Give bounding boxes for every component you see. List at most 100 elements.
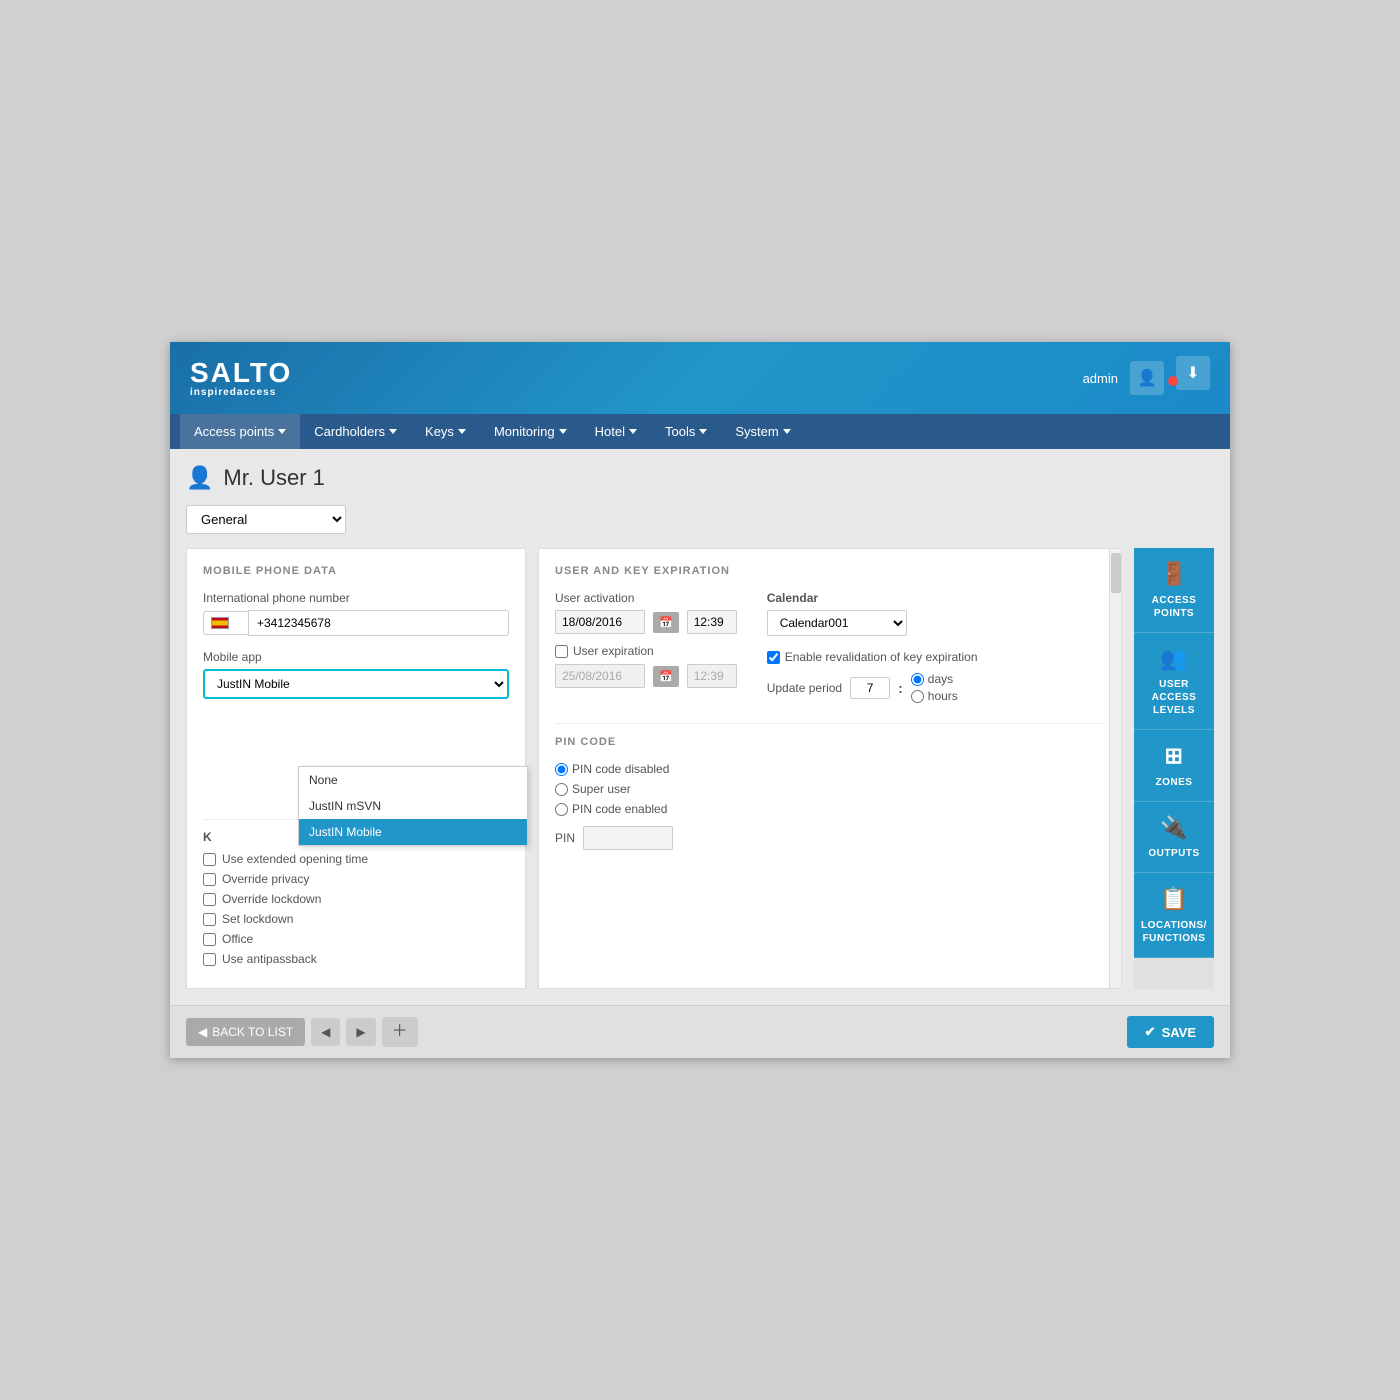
pin-code-title: PIN CODE (555, 736, 1105, 748)
nav-system[interactable]: System (721, 414, 804, 449)
period-radio-group: days hours (911, 672, 958, 703)
pin-disabled-label[interactable]: PIN code disabled (555, 762, 1105, 776)
next-button[interactable]: ▶ (346, 1018, 375, 1046)
user-activation-label: User activation (555, 591, 737, 605)
user-profile-button[interactable]: 👤 (1130, 361, 1164, 395)
logo-text: SALTO (190, 359, 292, 387)
hours-radio-label[interactable]: hours (911, 689, 958, 703)
nav-keys[interactable]: Keys (411, 414, 480, 449)
pin-enabled-label[interactable]: PIN code enabled (555, 802, 1105, 816)
pin-disabled-radio[interactable] (555, 763, 568, 776)
override-privacy-checkbox[interactable] (203, 873, 216, 886)
hours-radio[interactable] (911, 690, 924, 703)
override-lockdown-checkbox[interactable] (203, 893, 216, 906)
extended-opening-label: Use extended opening time (222, 852, 368, 866)
antipassback-label: Use antipassback (222, 952, 317, 966)
days-radio[interactable] (911, 673, 924, 686)
mobile-app-group: Mobile app None JustIN mSVN JustIN Mobil… (203, 650, 509, 699)
save-button[interactable]: ✔ SAVE (1127, 1016, 1214, 1048)
super-user-label[interactable]: Super user (555, 782, 1105, 796)
expiration-time-input[interactable] (687, 664, 737, 688)
days-radio-label[interactable]: days (911, 672, 958, 686)
side-btn-zones-label: ZONES (1156, 776, 1193, 789)
super-user-radio[interactable] (555, 783, 568, 796)
set-lockdown-checkbox[interactable] (203, 913, 216, 926)
set-lockdown-label: Set lockdown (222, 912, 293, 926)
locations-icon: 📋 (1160, 885, 1188, 914)
chevron-down-icon (629, 429, 637, 434)
calendar-select[interactable]: Calendar001 Calendar002 (767, 610, 907, 636)
activation-date-row: 📅 (555, 610, 737, 634)
notification-dot (1168, 376, 1178, 386)
enable-revalidation-label: Enable revalidation of key expiration (785, 650, 978, 664)
nav-monitoring[interactable]: Monitoring (480, 414, 581, 449)
enable-revalidation-checkbox[interactable] (767, 651, 780, 664)
general-select[interactable]: General Advanced Summary (186, 505, 346, 534)
enable-revalidation-row: Enable revalidation of key expiration (767, 650, 978, 664)
update-period-input[interactable] (850, 677, 890, 699)
chevron-down-icon (389, 429, 397, 434)
phone-input-row (203, 610, 509, 636)
dropdown-option-justinmobile[interactable]: JustIN Mobile (299, 819, 527, 845)
pin-enabled-text: PIN code enabled (572, 802, 667, 816)
back-label: BACK TO LIST (212, 1025, 293, 1039)
checkmark-icon: ✔ (1145, 1024, 1156, 1040)
divider (555, 723, 1105, 724)
logo-tagline: inspiredaccess (190, 387, 292, 398)
user-expiration-label: User expiration (573, 644, 654, 658)
nav-cardholders[interactable]: Cardholders (300, 414, 411, 449)
chevron-down-icon (559, 429, 567, 434)
activation-column: User activation 📅 User expiratio (555, 591, 737, 698)
admin-label: admin (1083, 371, 1118, 386)
dropdown-option-justinmsvn[interactable]: JustIN mSVN (299, 793, 527, 819)
add-button[interactable]: ＋ (382, 1017, 418, 1047)
navbar: Access points Cardholders Keys Monitorin… (170, 414, 1230, 449)
office-checkbox[interactable] (203, 933, 216, 946)
scroll-indicator[interactable] (1109, 549, 1121, 988)
phone-group: International phone number (203, 591, 509, 636)
user-key-expiration-title: USER AND KEY EXPIRATION (555, 565, 1105, 577)
prev-button[interactable]: ◀ (311, 1018, 340, 1046)
side-btn-outputs[interactable]: 🔌 OUTPUTS (1134, 802, 1214, 874)
user-expiration-row: User expiration (555, 644, 737, 658)
office-label: Office (222, 932, 253, 946)
flag-es-icon (211, 617, 229, 629)
footer-bar: ◀ BACK TO LIST ◀ ▶ ＋ ✔ SAVE (170, 1005, 1230, 1058)
expiration-calendar-button[interactable]: 📅 (653, 666, 679, 687)
page-title: Mr. User 1 (223, 465, 324, 491)
side-btn-access-points[interactable]: 🚪 ACCESS POINTS (1134, 548, 1214, 633)
mobile-app-select[interactable]: None JustIN mSVN JustIN Mobile (203, 669, 509, 699)
back-to-list-button[interactable]: ◀ BACK TO LIST (186, 1018, 305, 1046)
nav-hotel[interactable]: Hotel (581, 414, 651, 449)
user-icon: 👤 (186, 465, 213, 491)
nav-access-points[interactable]: Access points (180, 414, 300, 449)
antipassback-checkbox[interactable] (203, 953, 216, 966)
checkbox-override-privacy: Override privacy (203, 872, 509, 886)
pin-input-row: PIN (555, 826, 1105, 850)
expiration-date-input[interactable] (555, 664, 645, 688)
side-btn-zones[interactable]: ⊞ ZONES (1134, 730, 1214, 802)
pin-enabled-radio[interactable] (555, 803, 568, 816)
side-btn-locations-functions-label: LOCATIONS/ FUNCTIONS (1138, 919, 1210, 945)
user-expiration-checkbox[interactable] (555, 645, 568, 658)
chevron-left-icon: ◀ (198, 1025, 207, 1039)
phone-input[interactable] (248, 610, 509, 636)
dropdown-option-none[interactable]: None (299, 767, 527, 793)
activation-date-input[interactable] (555, 610, 645, 634)
phone-label: International phone number (203, 591, 509, 605)
phone-flag-select[interactable] (203, 611, 248, 635)
hours-label: hours (928, 689, 958, 703)
user-expiration-checkbox-label[interactable]: User expiration (555, 644, 654, 658)
activation-time-input[interactable] (687, 610, 737, 634)
side-btn-user-access-levels[interactable]: 👥 USER ACCESS LEVELS (1134, 633, 1214, 731)
activation-calendar-button[interactable]: 📅 (653, 612, 679, 633)
pin-input[interactable] (583, 826, 673, 850)
extended-opening-checkbox[interactable] (203, 853, 216, 866)
side-btn-locations-functions[interactable]: 📋 LOCATIONS/ FUNCTIONS (1134, 873, 1214, 958)
calendar-column: Calendar Calendar001 Calendar002 E (767, 591, 978, 703)
override-lockdown-label: Override lockdown (222, 892, 321, 906)
pin-radio-group: PIN code disabled Super user PIN code en… (555, 762, 1105, 816)
nav-tools[interactable]: Tools (651, 414, 721, 449)
download-button[interactable]: ⬇ (1176, 356, 1210, 390)
scroll-thumb (1111, 553, 1121, 593)
